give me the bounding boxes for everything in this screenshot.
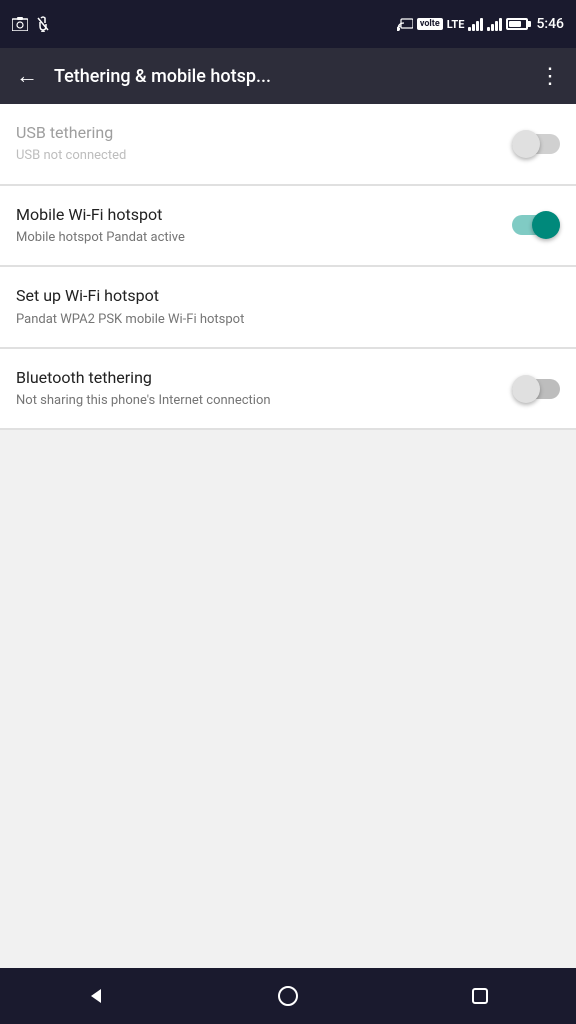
nav-recents-icon [471,987,489,1005]
overflow-menu-button[interactable]: ⋮ [539,64,560,89]
usb-tethering-item[interactable]: USB tethering USB not connected [0,104,576,185]
mute-icon [36,16,50,32]
setup-hotspot-title: Set up Wi-Fi hotspot [16,285,544,307]
wifi-hotspot-item[interactable]: Mobile Wi-Fi hotspot Mobile hotspot Pand… [0,186,576,267]
nav-recents-button[interactable] [456,972,504,1020]
bluetooth-tethering-toggle[interactable] [512,375,560,403]
nav-home-icon [277,985,299,1007]
usb-tethering-toggle-thumb [512,130,540,158]
bluetooth-tethering-title: Bluetooth tethering [16,367,496,389]
nav-back-button[interactable] [72,972,120,1020]
empty-area [0,536,576,968]
volte-badge: volte [417,18,443,30]
status-bar: volte LTE 5:46 [0,0,576,48]
wifi-hotspot-subtitle: Mobile hotspot Pandat active [16,229,496,247]
status-bar-left [12,16,50,32]
signal-bars-1 [468,17,483,31]
toolbar-title: Tethering & mobile hotsp... [54,66,539,87]
lte-indicator: LTE [447,18,465,31]
setup-hotspot-item[interactable]: Set up Wi-Fi hotspot Pandat WPA2 PSK mob… [0,267,576,348]
status-bar-right: volte LTE 5:46 [397,16,564,32]
wifi-hotspot-toggle[interactable] [512,211,560,239]
usb-tethering-subtitle: USB not connected [16,147,496,165]
bluetooth-tethering-toggle-thumb [512,375,540,403]
battery-icon [506,18,528,30]
usb-tethering-toggle[interactable] [512,130,560,158]
nav-home-button[interactable] [264,972,312,1020]
cast-icon [397,17,413,31]
bluetooth-tethering-text: Bluetooth tethering Not sharing this pho… [16,367,512,411]
usb-tethering-text: USB tethering USB not connected [16,122,512,166]
status-time: 5:46 [536,16,564,32]
bluetooth-tethering-subtitle: Not sharing this phone's Internet connec… [16,392,496,410]
wifi-hotspot-toggle-thumb [532,211,560,239]
wifi-hotspot-title: Mobile Wi-Fi hotspot [16,204,496,226]
back-button[interactable]: ← [16,63,38,89]
usb-tethering-title: USB tethering [16,122,496,144]
setup-hotspot-subtitle: Pandat WPA2 PSK mobile Wi-Fi hotspot [16,311,544,329]
bluetooth-tethering-item[interactable]: Bluetooth tethering Not sharing this pho… [0,349,576,430]
toolbar: ← Tethering & mobile hotsp... ⋮ [0,48,576,104]
nav-back-icon [86,986,106,1006]
divider-4 [0,429,576,430]
settings-list: USB tethering USB not connected Mobile W… [0,104,576,536]
setup-hotspot-text: Set up Wi-Fi hotspot Pandat WPA2 PSK mob… [16,285,560,329]
wifi-hotspot-text: Mobile Wi-Fi hotspot Mobile hotspot Pand… [16,204,512,248]
signal-bars-2 [487,17,502,31]
photo-icon [12,17,28,31]
navigation-bar [0,968,576,1024]
